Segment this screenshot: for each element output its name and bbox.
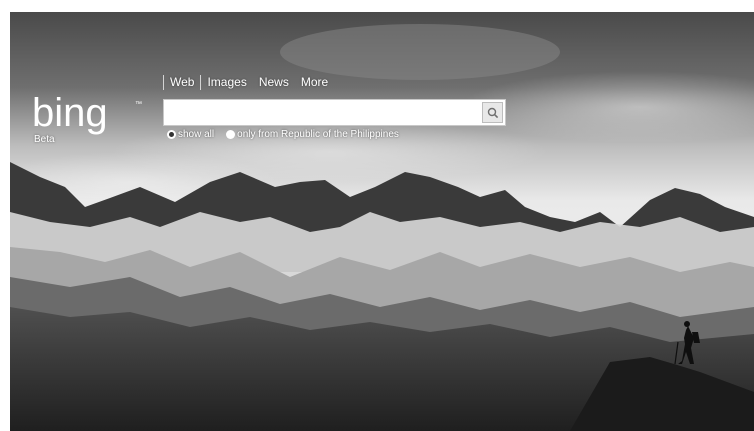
scope-label-philippines: only from Republic of the Philippines xyxy=(237,129,399,140)
search-box xyxy=(163,99,506,126)
search-scope: show all only from Republic of the Phili… xyxy=(167,129,399,140)
background-photo xyxy=(10,12,754,431)
homepage-frame: Web Images News More bing ™ Beta show al… xyxy=(10,12,754,431)
svg-text:bing: bing xyxy=(32,91,108,135)
scope-philippines[interactable]: only from Republic of the Philippines xyxy=(226,129,399,140)
radio-button[interactable] xyxy=(226,130,236,139)
nav-separator xyxy=(200,74,202,90)
top-nav: Web Images News More xyxy=(163,74,334,90)
search-input[interactable] xyxy=(168,102,477,125)
nav-news[interactable]: News xyxy=(253,74,295,90)
svg-text:™: ™ xyxy=(135,101,142,108)
scope-label-show-all: show all xyxy=(178,129,215,140)
search-icon xyxy=(487,107,498,118)
nav-more[interactable]: More xyxy=(295,74,334,90)
scope-show-all[interactable]: show all xyxy=(167,129,214,140)
nav-images[interactable]: Images xyxy=(201,74,252,90)
bing-logo: bing ™ xyxy=(32,91,142,135)
nav-web[interactable]: Web xyxy=(164,74,200,90)
radio-button-selected[interactable] xyxy=(167,130,176,139)
nav-separator xyxy=(163,74,164,90)
search-button[interactable] xyxy=(482,102,503,123)
beta-label: Beta xyxy=(34,134,55,145)
